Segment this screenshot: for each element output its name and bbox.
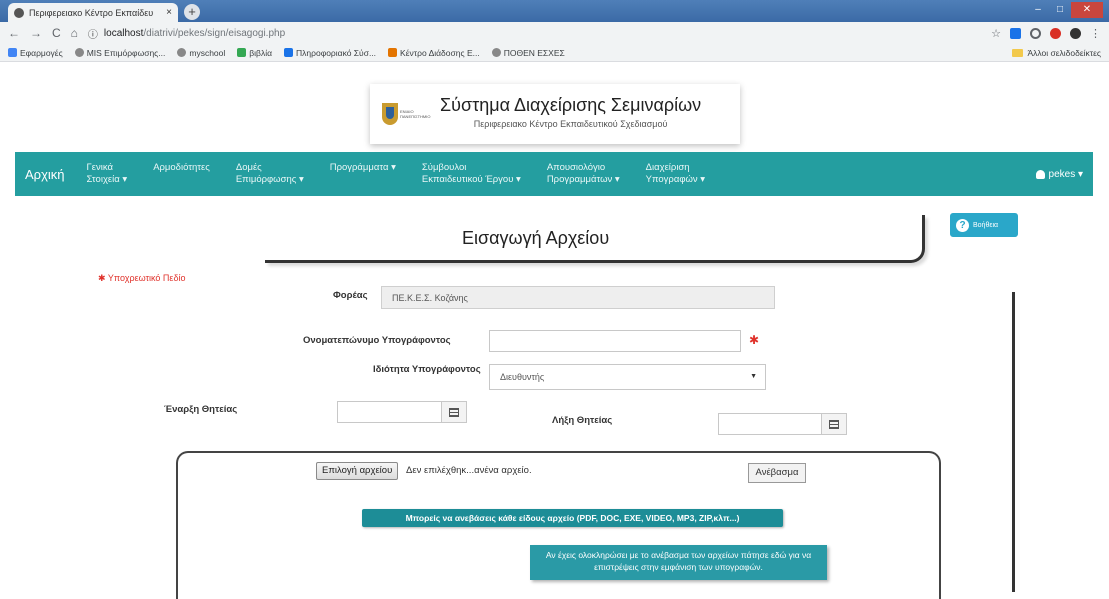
calendar-icon	[449, 407, 459, 417]
end-date-input[interactable]	[718, 413, 822, 435]
menu-icon[interactable]: ⋮	[1090, 27, 1101, 40]
nav-signatures[interactable]: Διαχείριση Υπογραφών ▾	[646, 162, 705, 186]
help-button[interactable]: ? Βοήθεια	[950, 213, 1018, 237]
bookmark-item[interactable]: Πληροφοριακό Σύσ...	[284, 48, 376, 58]
logo: ΕΝΙΑΙΟ ΠΑΝΕΠΙΣΤΗΜΙΟ	[382, 95, 430, 133]
shield-icon	[382, 103, 398, 125]
nav-structures[interactable]: Δομές Επιμόρφωσης ▾	[236, 162, 304, 186]
end-label: Λήξη Θητείας	[552, 415, 613, 426]
system-subtitle: Περιφερειακο Κέντρο Εκπαιδευτικού Σχεδια…	[473, 119, 668, 129]
calendar-icon	[829, 419, 839, 429]
star-icon[interactable]: ☆	[991, 27, 1001, 40]
url-host: localhost	[103, 27, 144, 39]
name-label: Ονοματεπώνυμο Υπογράφοντος	[303, 335, 451, 346]
user-icon	[1035, 169, 1045, 179]
system-title: Σύστημα Διαχείρισης Σεμιναρίων	[440, 95, 702, 115]
close-window-icon[interactable]: ✕	[1071, 2, 1103, 18]
chevron-down-icon: ▼	[750, 373, 757, 380]
bookmark-item[interactable]: MIS Επιμόρφωσης...	[74, 48, 165, 58]
bookmarks-bar: Εφαρμογές MIS Επιμόρφωσης... myschool βι…	[0, 44, 1109, 62]
no-file-text: Δεν επιλέχθηκ...ανένα αρχείο.	[406, 465, 532, 476]
tab-title: Περιφερειακο Κέντρο Εκπαίδευ	[29, 7, 154, 18]
back-icon[interactable]: ←	[8, 26, 20, 40]
url-field[interactable]: ⓘ localhost/diatrivi/pekes/sign/eisagogi…	[88, 26, 981, 41]
close-tab-icon[interactable]: ×	[166, 7, 172, 18]
globe-icon	[491, 48, 501, 57]
user-menu[interactable]: pekes ▾	[1035, 169, 1083, 180]
extension-icon[interactable]	[1010, 27, 1021, 39]
question-icon: ?	[956, 218, 969, 232]
return-to-signatures-button[interactable]: Αν έχεις ολοκληρώσει με το ανέβασμα των …	[530, 545, 827, 580]
name-field[interactable]	[489, 330, 741, 352]
start-label: Έναρξη Θητείας	[164, 404, 238, 415]
browser-tabstrip: Περιφερειακο Κέντρο Εκπαίδευ × + – □ ✕	[0, 0, 1109, 22]
main-navbar: Αρχική Γενικά Στοιχεία ▾ Αρμοδιότητες Δομ…	[15, 152, 1093, 196]
profile-icon[interactable]	[1070, 27, 1081, 39]
globe-icon	[74, 48, 84, 57]
bookmark-item[interactable]: Εφαρμογές	[8, 48, 63, 58]
logo-text: ΕΝΙΑΙΟ ΠΑΝΕΠΙΣΤΗΜΙΟ	[400, 109, 431, 119]
globe-icon	[177, 48, 187, 57]
bookmark-item[interactable]: Κέντρο Διάδοσης Ε...	[388, 48, 480, 58]
required-star: ✱	[749, 333, 760, 347]
role-select[interactable]: Διευθυντής ▼	[489, 364, 766, 390]
globe-icon	[14, 7, 24, 18]
reload-icon[interactable]: C	[52, 26, 61, 40]
foreas-field: ΠΕ.Κ.Ε.Σ. Κοζάνης	[381, 286, 775, 309]
minimize-icon[interactable]: –	[1027, 2, 1049, 18]
nav-home[interactable]: Αρχική	[25, 167, 65, 182]
forward-icon[interactable]: →	[30, 26, 42, 40]
role-label: Ιδιότητα Υπογράφοντος	[373, 364, 481, 375]
bookmark-item[interactable]: βιβλία	[237, 48, 272, 58]
divider	[1012, 292, 1015, 592]
info-icon[interactable]: ⓘ	[88, 26, 98, 41]
adblock-icon[interactable]	[1050, 27, 1061, 39]
extensions: ☆ ⋮	[991, 27, 1101, 40]
folder-icon	[1012, 48, 1024, 57]
beta-icon	[284, 48, 294, 57]
apps-icon	[8, 48, 17, 57]
start-calendar-button[interactable]	[441, 401, 467, 423]
address-bar: ← → C ⌂ ⓘ localhost/diatrivi/pekes/sign/…	[0, 22, 1109, 44]
maximize-icon[interactable]: □	[1049, 2, 1071, 18]
book-icon	[237, 48, 247, 57]
nav-attendance[interactable]: Απουσιολόγιο Προγραμμάτων ▾	[547, 162, 620, 186]
browser-tab[interactable]: Περιφερειακο Κέντρο Εκπαίδευ ×	[8, 3, 178, 22]
home-icon[interactable]: ⌂	[71, 26, 78, 40]
upload-button[interactable]: Ανέβασμα	[748, 463, 806, 483]
upload-info-note: Μπορείς να ανεβάσεις κάθε είδους αρχείο …	[362, 509, 783, 527]
foreas-label: Φορέας	[333, 290, 368, 301]
new-tab-button[interactable]: +	[184, 4, 200, 20]
url-path: /diatrivi/pekes/sign/eisagogi.php	[143, 27, 286, 39]
extension-icon[interactable]	[1030, 27, 1041, 39]
end-calendar-button[interactable]	[821, 413, 847, 435]
page-title: Εισαγωγή Αρχείου	[462, 228, 610, 248]
required-note: ✱ Υποχρεωτικό Πεδίο	[98, 273, 186, 283]
grid-icon	[388, 48, 398, 57]
site-header: ΕΝΙΑΙΟ ΠΑΝΕΠΙΣΤΗΜΙΟ Σύστημα Διαχείρισης …	[370, 84, 740, 144]
bookmark-item[interactable]: myschool	[177, 48, 225, 58]
nav-programs[interactable]: Προγράμματα ▾	[330, 162, 396, 174]
choose-file-button[interactable]: Επιλογή αρχείου	[316, 462, 399, 480]
other-bookmarks[interactable]: Άλλοι σελιδοδείκτες	[1012, 48, 1101, 58]
nav-advisors[interactable]: Σύμβουλοι Εκπαιδευτικού Έργου ▾	[422, 162, 521, 186]
start-date-input[interactable]	[337, 401, 442, 423]
bookmark-item[interactable]: ΠΟΘΕΝ ΕΣΧΕΣ	[491, 48, 565, 58]
window-controls: – □ ✕	[1027, 2, 1103, 18]
nav-responsibilities[interactable]: Αρμοδιότητες	[153, 162, 210, 174]
nav-general[interactable]: Γενικά Στοιχεία ▾	[87, 162, 128, 186]
